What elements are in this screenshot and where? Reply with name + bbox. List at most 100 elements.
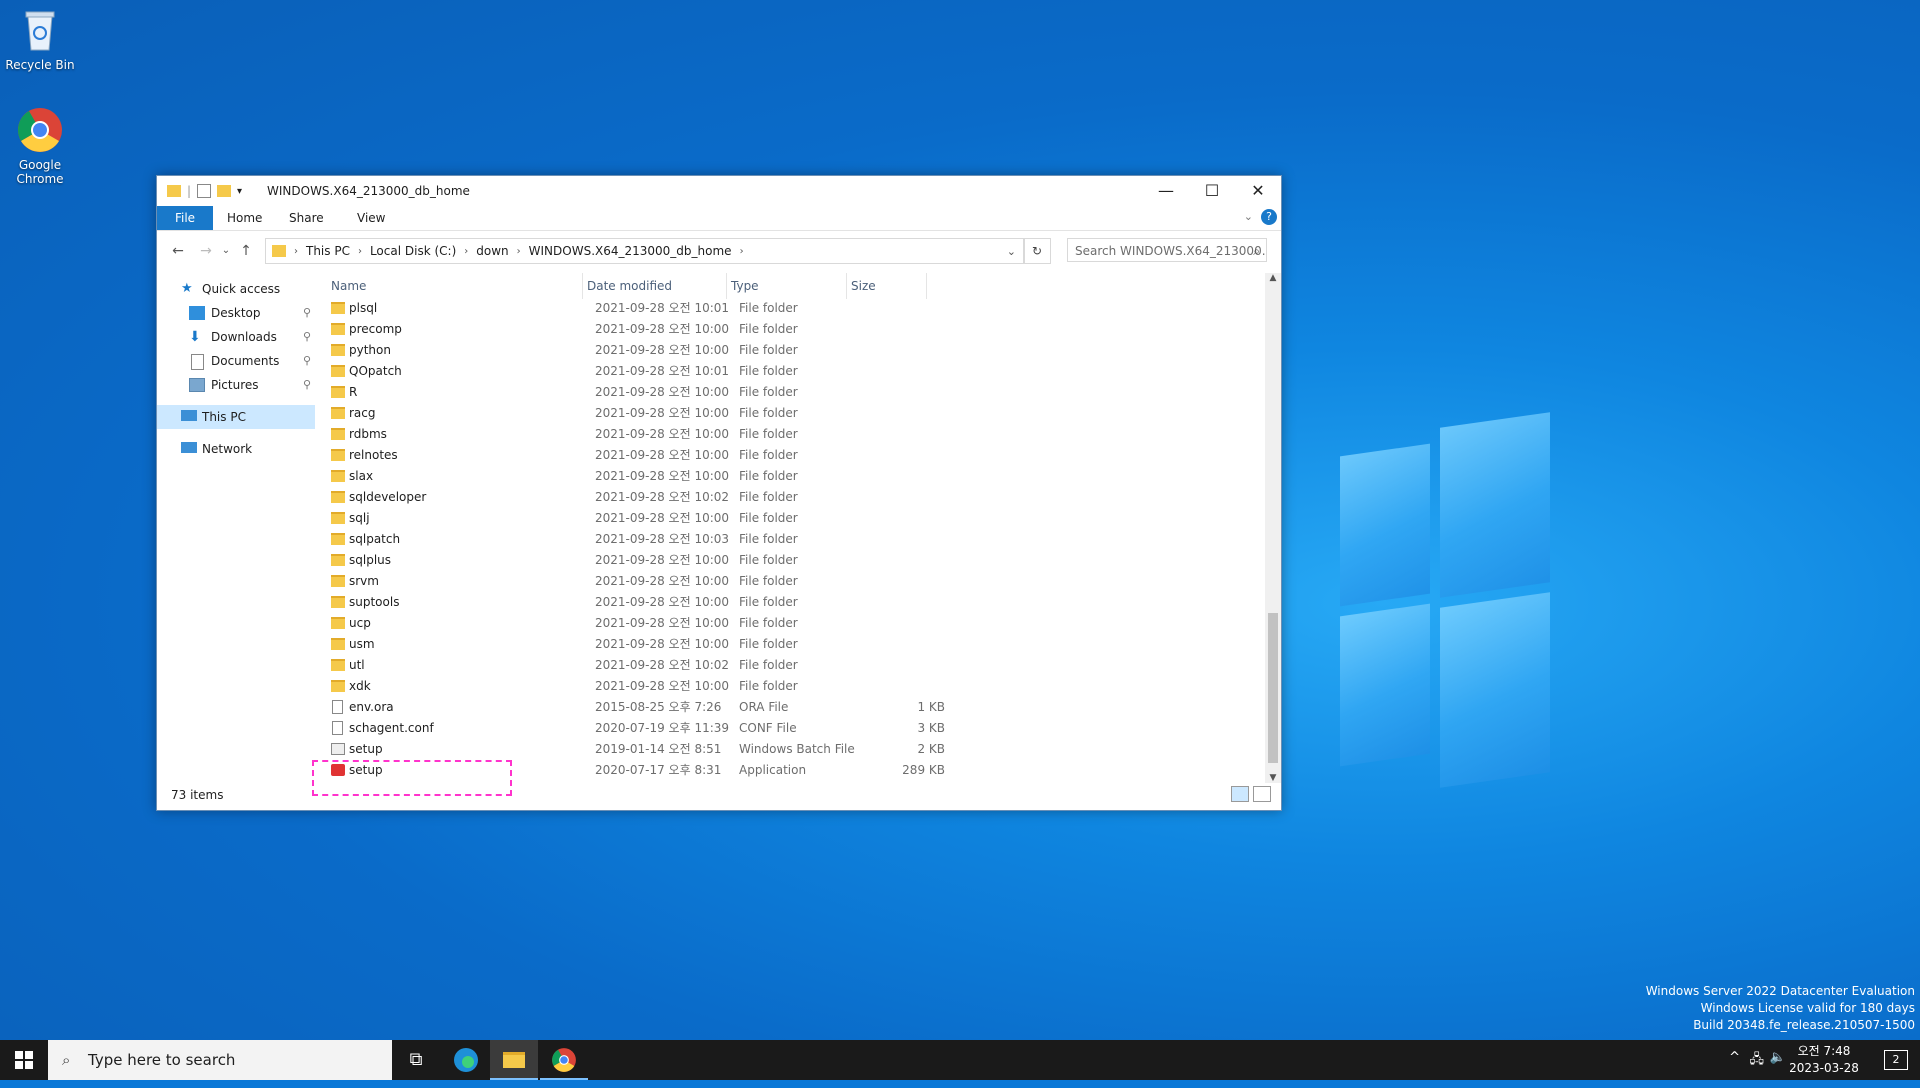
pin-icon[interactable]: ⚲ bbox=[303, 325, 311, 349]
file-date-modified: 2021-09-28 오전 10:00 bbox=[595, 595, 730, 609]
new-folder-icon[interactable] bbox=[217, 185, 232, 197]
folder-icon bbox=[331, 680, 345, 692]
system-clock[interactable]: 오전 7:48 2023-03-28 bbox=[1784, 1043, 1864, 1077]
vertical-scrollbar[interactable]: ▲ ▼ bbox=[1265, 273, 1281, 783]
refresh-button[interactable]: ↻ bbox=[1023, 238, 1051, 264]
nav-network[interactable]: Network bbox=[157, 437, 315, 461]
task-view-button[interactable]: ⧉ bbox=[392, 1040, 440, 1080]
chevron-right-icon[interactable]: › bbox=[358, 246, 362, 257]
breadcrumb-current-folder[interactable]: WINDOWS.X64_213000_db_home bbox=[529, 244, 732, 258]
network-tray-icon[interactable]: 🖧 bbox=[1750, 1050, 1765, 1072]
network-icon bbox=[181, 442, 197, 453]
column-header-size[interactable]: Size bbox=[847, 273, 927, 299]
file-type: File folder bbox=[739, 511, 798, 525]
taskbar-search-input[interactable]: ⌕ Type here to search bbox=[48, 1040, 392, 1080]
action-center-button[interactable]: 2 bbox=[1884, 1050, 1908, 1070]
column-header-type[interactable]: Type bbox=[727, 273, 847, 299]
file-row[interactable]: plsql 2021-09-28 오전 10:01 File folder bbox=[327, 298, 1087, 319]
expand-ribbon-icon[interactable]: ⌄ bbox=[1244, 210, 1253, 223]
file-name: slax bbox=[349, 469, 374, 483]
nav-label: This PC bbox=[202, 410, 246, 424]
pin-icon[interactable]: ⚲ bbox=[303, 373, 311, 397]
tab-file[interactable]: File bbox=[157, 206, 213, 230]
taskbar-edge[interactable] bbox=[442, 1040, 490, 1080]
file-name: sqlpatch bbox=[349, 532, 401, 546]
file-date-modified: 2021-09-28 오전 10:00 bbox=[595, 448, 730, 462]
pin-icon[interactable]: ⚲ bbox=[303, 301, 311, 325]
nav-this-pc[interactable]: This PC bbox=[157, 405, 315, 429]
properties-icon[interactable] bbox=[197, 184, 212, 198]
file-row[interactable]: relnotes 2021-09-28 오전 10:00 File folder bbox=[327, 445, 1087, 466]
chevron-down-icon[interactable]: ⌄ bbox=[1007, 245, 1016, 258]
file-type: File folder bbox=[739, 301, 798, 315]
file-row[interactable]: python 2021-09-28 오전 10:00 File folder bbox=[327, 340, 1087, 361]
nav-documents[interactable]: Documents ⚲ bbox=[157, 349, 315, 373]
scroll-down-icon[interactable]: ▼ bbox=[1265, 773, 1281, 783]
close-button[interactable]: ✕ bbox=[1235, 176, 1281, 206]
file-row[interactable]: precomp 2021-09-28 오전 10:00 File folder bbox=[327, 319, 1087, 340]
file-row[interactable]: sqldeveloper 2021-09-28 오전 10:02 File fold… bbox=[327, 487, 1087, 508]
file-name: sqldeveloper bbox=[349, 490, 427, 504]
breadcrumb-down[interactable]: down bbox=[476, 244, 508, 258]
recent-locations-button[interactable]: ⌄ bbox=[215, 241, 237, 261]
pin-icon[interactable]: ⚲ bbox=[303, 349, 311, 373]
file-row[interactable]: sqlpatch 2021-09-28 오전 10:03 File folder bbox=[327, 529, 1087, 550]
file-row[interactable]: racg 2021-09-28 오전 10:00 File folder bbox=[327, 403, 1087, 424]
customize-toolbar-icon[interactable]: ▾ bbox=[237, 186, 242, 197]
file-row[interactable]: xdk 2021-09-28 오전 10:00 File folder bbox=[327, 676, 1087, 697]
file-row[interactable]: slax 2021-09-28 오전 10:00 File folder bbox=[327, 466, 1087, 487]
column-header-date[interactable]: Date modified bbox=[583, 273, 727, 299]
file-type: File folder bbox=[739, 322, 798, 336]
desktop-icon bbox=[189, 306, 205, 320]
file-name: relnotes bbox=[349, 448, 398, 462]
tab-view[interactable]: View bbox=[343, 206, 399, 230]
tab-share[interactable]: Share bbox=[275, 206, 338, 230]
forward-button[interactable]: → bbox=[195, 241, 217, 261]
nav-desktop[interactable]: Desktop ⚲ bbox=[157, 301, 315, 325]
taskbar-chrome[interactable] bbox=[540, 1040, 588, 1080]
file-row[interactable]: setup 2019-01-14 오전 8:51 Windows Batch Fil… bbox=[327, 739, 1087, 760]
tab-home[interactable]: Home bbox=[213, 206, 276, 230]
column-header-name[interactable]: Name bbox=[327, 273, 583, 299]
show-hidden-icons-chevron-icon[interactable]: ^ bbox=[1729, 1050, 1740, 1065]
chevron-right-icon[interactable]: › bbox=[517, 246, 521, 257]
breadcrumb-local-disk[interactable]: Local Disk (C:) bbox=[370, 244, 456, 258]
file-date-modified: 2021-09-28 오전 10:03 bbox=[595, 532, 730, 546]
details-view-icon[interactable] bbox=[1231, 786, 1249, 802]
desktop-icon-google-chrome[interactable]: Google Chrome bbox=[0, 106, 80, 186]
file-row[interactable]: schagent.conf 2020-07-19 오후 11:39 CONF Fil… bbox=[327, 718, 1087, 739]
file-row[interactable]: utl 2021-09-28 오전 10:02 File folder bbox=[327, 655, 1087, 676]
large-icons-view-icon[interactable] bbox=[1253, 786, 1271, 802]
file-row[interactable]: usm 2021-09-28 오전 10:00 File folder bbox=[327, 634, 1087, 655]
file-row[interactable]: ucp 2021-09-28 오전 10:00 File folder bbox=[327, 613, 1087, 634]
nav-downloads[interactable]: ⬇ Downloads ⚲ bbox=[157, 325, 315, 349]
file-row[interactable]: env.ora 2015-08-25 오후 7:26 ORA File 1 KB bbox=[327, 697, 1087, 718]
maximize-button[interactable]: ☐ bbox=[1189, 176, 1235, 206]
nav-pictures[interactable]: Pictures ⚲ bbox=[157, 373, 315, 397]
scroll-up-icon[interactable]: ▲ bbox=[1265, 273, 1281, 283]
taskbar-file-explorer[interactable] bbox=[490, 1040, 538, 1080]
scrollbar-thumb[interactable] bbox=[1268, 613, 1278, 763]
address-bar[interactable]: › This PC › Local Disk (C:) › down › WIN… bbox=[265, 238, 1025, 264]
breadcrumb-this-pc[interactable]: This PC bbox=[306, 244, 350, 258]
file-row[interactable]: suptools 2021-09-28 오전 10:00 File folder bbox=[327, 592, 1087, 613]
title-bar[interactable]: | ▾ WINDOWS.X64_213000_db_home — ☐ ✕ bbox=[157, 176, 1281, 206]
file-row[interactable]: srvm 2021-09-28 오전 10:00 File folder bbox=[327, 571, 1087, 592]
nav-quick-access[interactable]: ★ Quick access bbox=[157, 277, 315, 301]
start-button[interactable] bbox=[0, 1040, 48, 1080]
help-icon[interactable]: ? bbox=[1261, 209, 1277, 225]
back-button[interactable]: ← bbox=[167, 241, 189, 261]
desktop-icon-recycle-bin[interactable]: Recycle Bin bbox=[0, 6, 80, 72]
chevron-right-icon[interactable]: › bbox=[464, 246, 468, 257]
search-input[interactable]: Search WINDOWS.X64_213000... ⌕ bbox=[1067, 238, 1267, 262]
file-type: File folder bbox=[739, 637, 798, 651]
file-row[interactable]: QOpatch 2021-09-28 오전 10:01 File folder bbox=[327, 361, 1087, 382]
minimize-button[interactable]: — bbox=[1143, 176, 1189, 206]
up-button[interactable]: ↑ bbox=[235, 241, 257, 261]
file-row[interactable]: rdbms 2021-09-28 오전 10:00 File folder bbox=[327, 424, 1087, 445]
file-row[interactable]: R 2021-09-28 오전 10:00 File folder bbox=[327, 382, 1087, 403]
file-row[interactable]: sqlj 2021-09-28 오전 10:00 File folder bbox=[327, 508, 1087, 529]
file-row[interactable]: sqlplus 2021-09-28 오전 10:00 File folder bbox=[327, 550, 1087, 571]
chevron-right-icon[interactable]: › bbox=[740, 246, 744, 257]
windows-start-icon bbox=[15, 1051, 33, 1069]
